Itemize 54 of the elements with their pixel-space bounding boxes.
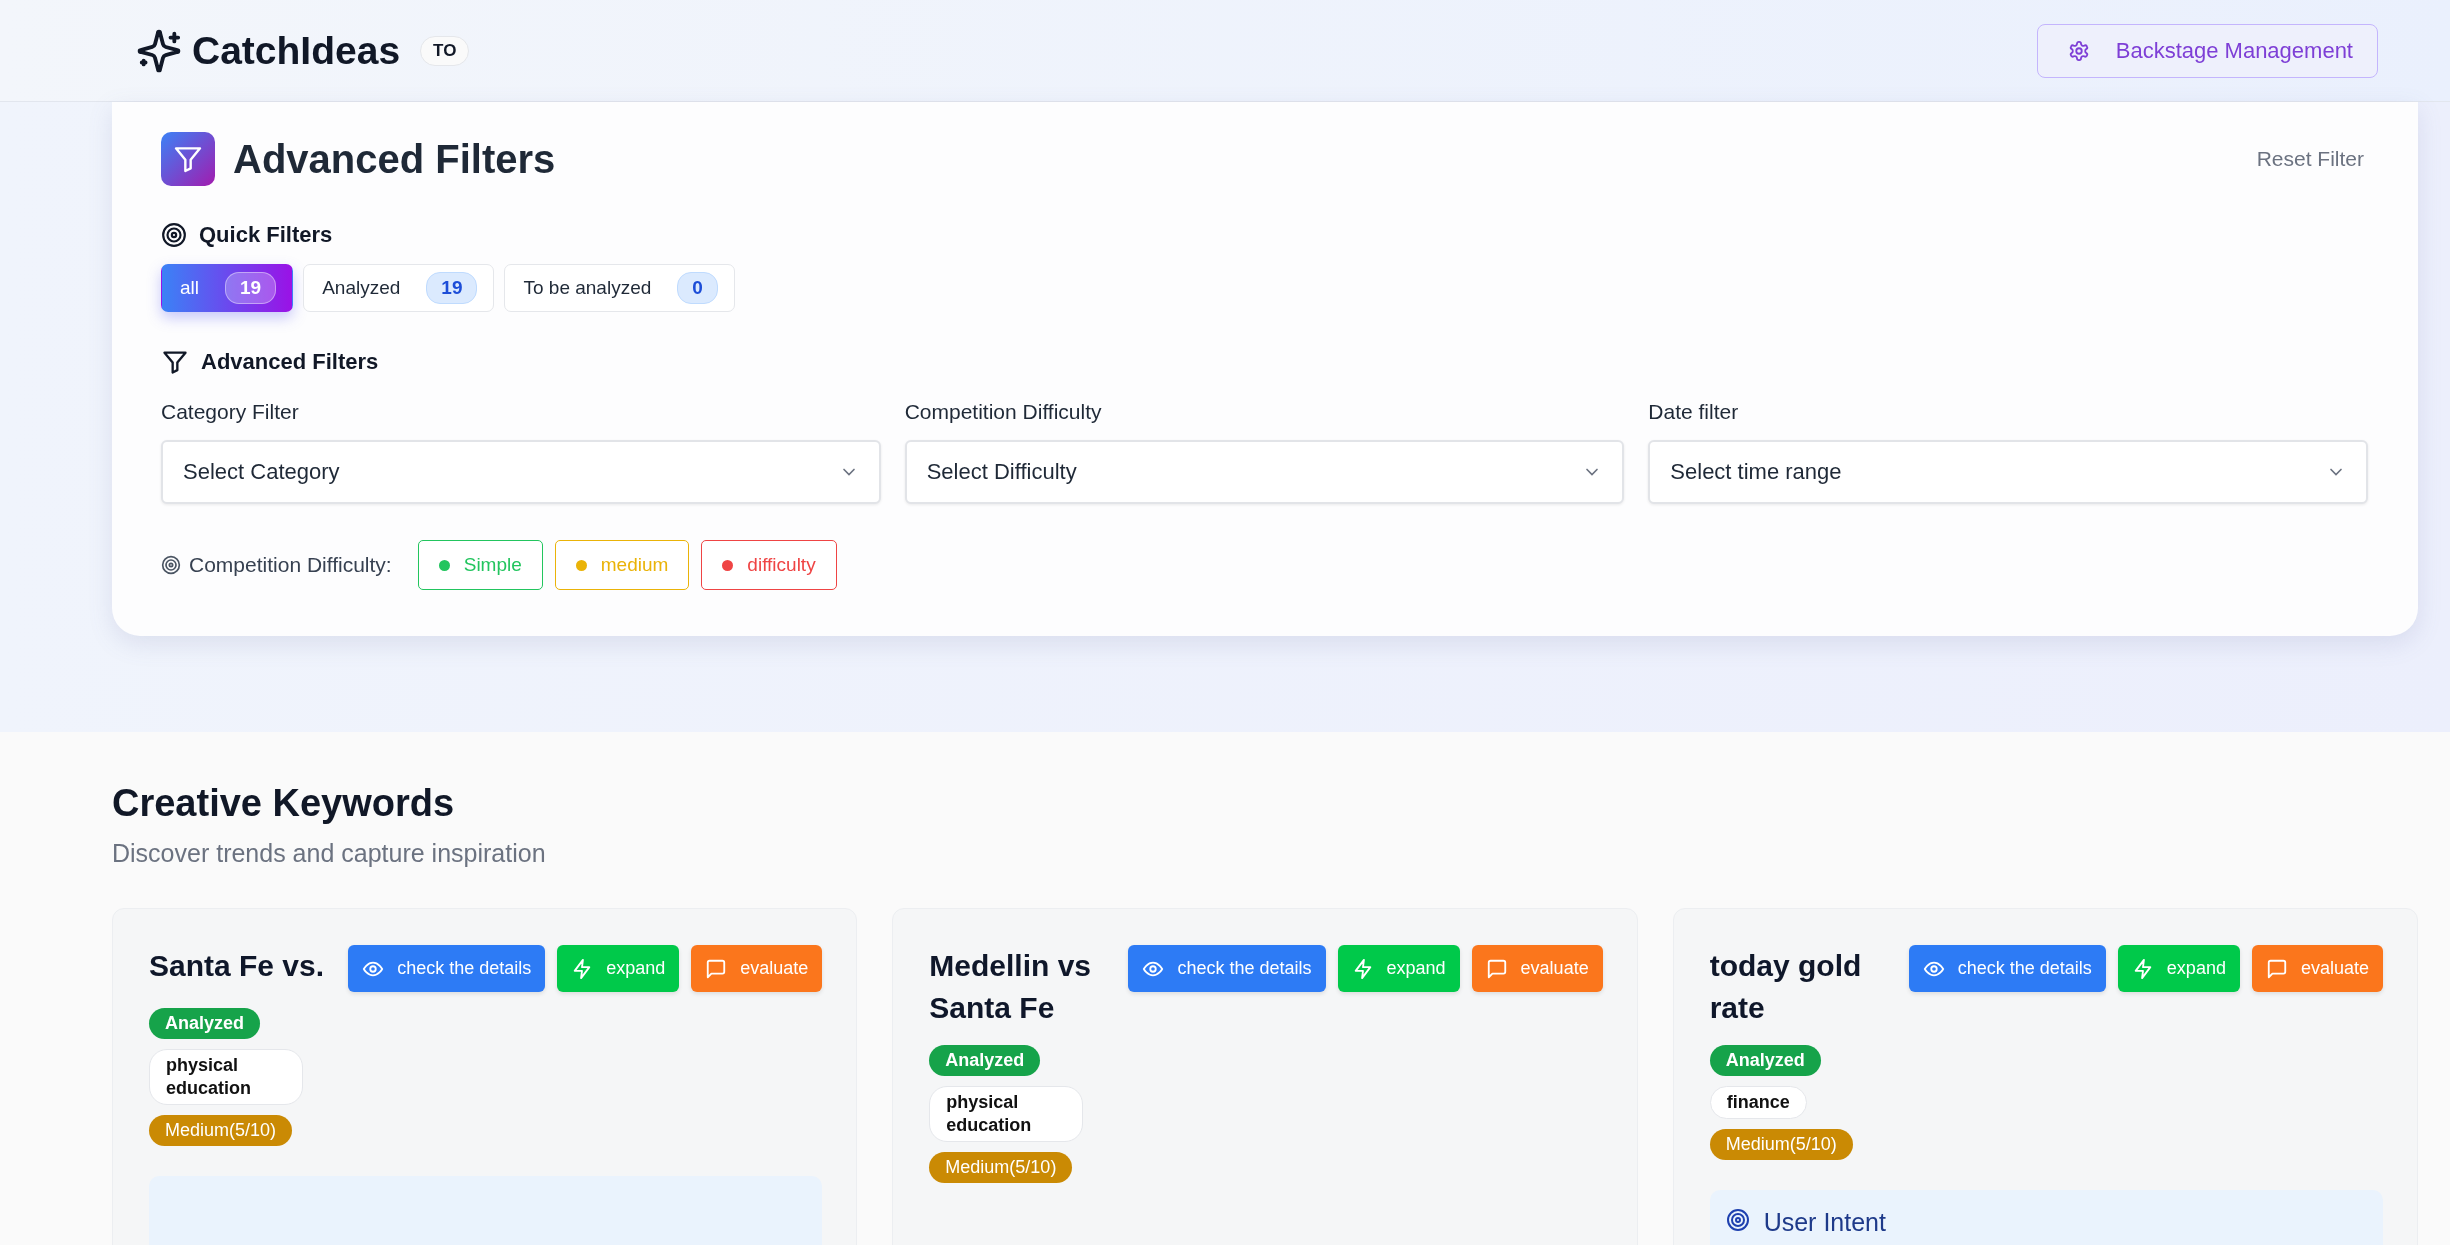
settings-icon — [2067, 39, 2090, 62]
section-subtitle: Discover trends and capture inspiration — [112, 839, 547, 868]
action-button[interactable]: expand — [557, 945, 680, 992]
difficulty-badge: Medium(5/10) — [929, 1152, 1073, 1183]
action-button[interactable]: expand — [2117, 945, 2240, 992]
difficulty-badge: Medium(5/10) — [149, 1115, 293, 1146]
action-button[interactable]: check the details — [1908, 945, 2106, 992]
message-icon — [1485, 957, 1508, 980]
field-label: Competition Difficulty — [904, 400, 1103, 424]
field-label: Date filter — [1648, 400, 1740, 424]
field-label: Category Filter — [161, 400, 300, 424]
brand-name: CatchIdeas — [192, 28, 401, 73]
action-button[interactable]: evaluate — [1471, 945, 1603, 992]
message-icon — [2265, 957, 2288, 980]
section-heading: Quick Filters — [199, 222, 333, 248]
section-heading: Advanced Filters — [201, 349, 379, 375]
keyword-title: today gold rate — [1709, 948, 1863, 1026]
intent-heading: User Intent — [1763, 1208, 1886, 1237]
quick-filter-tab[interactable]: Analyzed 19 — [303, 264, 495, 312]
difficulty-badge: Medium(5/10) — [1709, 1129, 1853, 1160]
action-button[interactable]: check the details — [1128, 945, 1326, 992]
status-badge: Analyzed — [1709, 1045, 1821, 1076]
target-icon — [1725, 1208, 1750, 1232]
target-icon — [161, 555, 181, 575]
select-dropdown[interactable]: Select Category — [161, 440, 881, 504]
keyword-title: Medellin vs Santa Fe — [929, 948, 1093, 1026]
category-tag: physical education — [149, 1049, 303, 1105]
panel-title: Advanced Filters — [233, 136, 556, 182]
sparkle-icon — [136, 27, 182, 74]
quick-filter-tab[interactable]: To be analyzed 0 — [504, 264, 735, 312]
status-badge: Analyzed — [149, 1008, 261, 1039]
action-button[interactable]: evaluate — [2251, 945, 2383, 992]
target-icon — [161, 222, 187, 248]
select-dropdown[interactable]: Select Difficulty — [904, 440, 1625, 504]
status-badge: Analyzed — [929, 1045, 1041, 1076]
user-badge: TO — [420, 35, 470, 66]
count-badge: 19 — [225, 272, 277, 304]
section-title: Creative Keywords — [112, 782, 456, 825]
count-badge: 0 — [677, 272, 718, 304]
category-tag: physical education — [929, 1086, 1084, 1142]
backstage-management-button[interactable]: Backstage Management — [2036, 23, 2378, 78]
message-icon — [705, 957, 728, 980]
quick-filter-tab[interactable]: all 19 — [161, 264, 294, 312]
difficulty-chip[interactable]: difficulty — [701, 540, 837, 590]
count-badge: 19 — [426, 272, 478, 304]
difficulty-chip[interactable]: Simple — [417, 540, 543, 590]
select-dropdown[interactable]: Select time range — [1648, 440, 2368, 504]
action-button[interactable]: evaluate — [691, 945, 823, 992]
action-button[interactable]: expand — [1337, 945, 1460, 992]
legend-label: Competition Difficulty: — [189, 553, 392, 577]
reset-filter-link[interactable]: Reset Filter — [2256, 147, 2364, 171]
category-tag: finance — [1709, 1086, 1807, 1119]
action-button[interactable]: check the details — [348, 945, 546, 992]
keyword-title: Santa Fe vs. — [149, 948, 326, 984]
